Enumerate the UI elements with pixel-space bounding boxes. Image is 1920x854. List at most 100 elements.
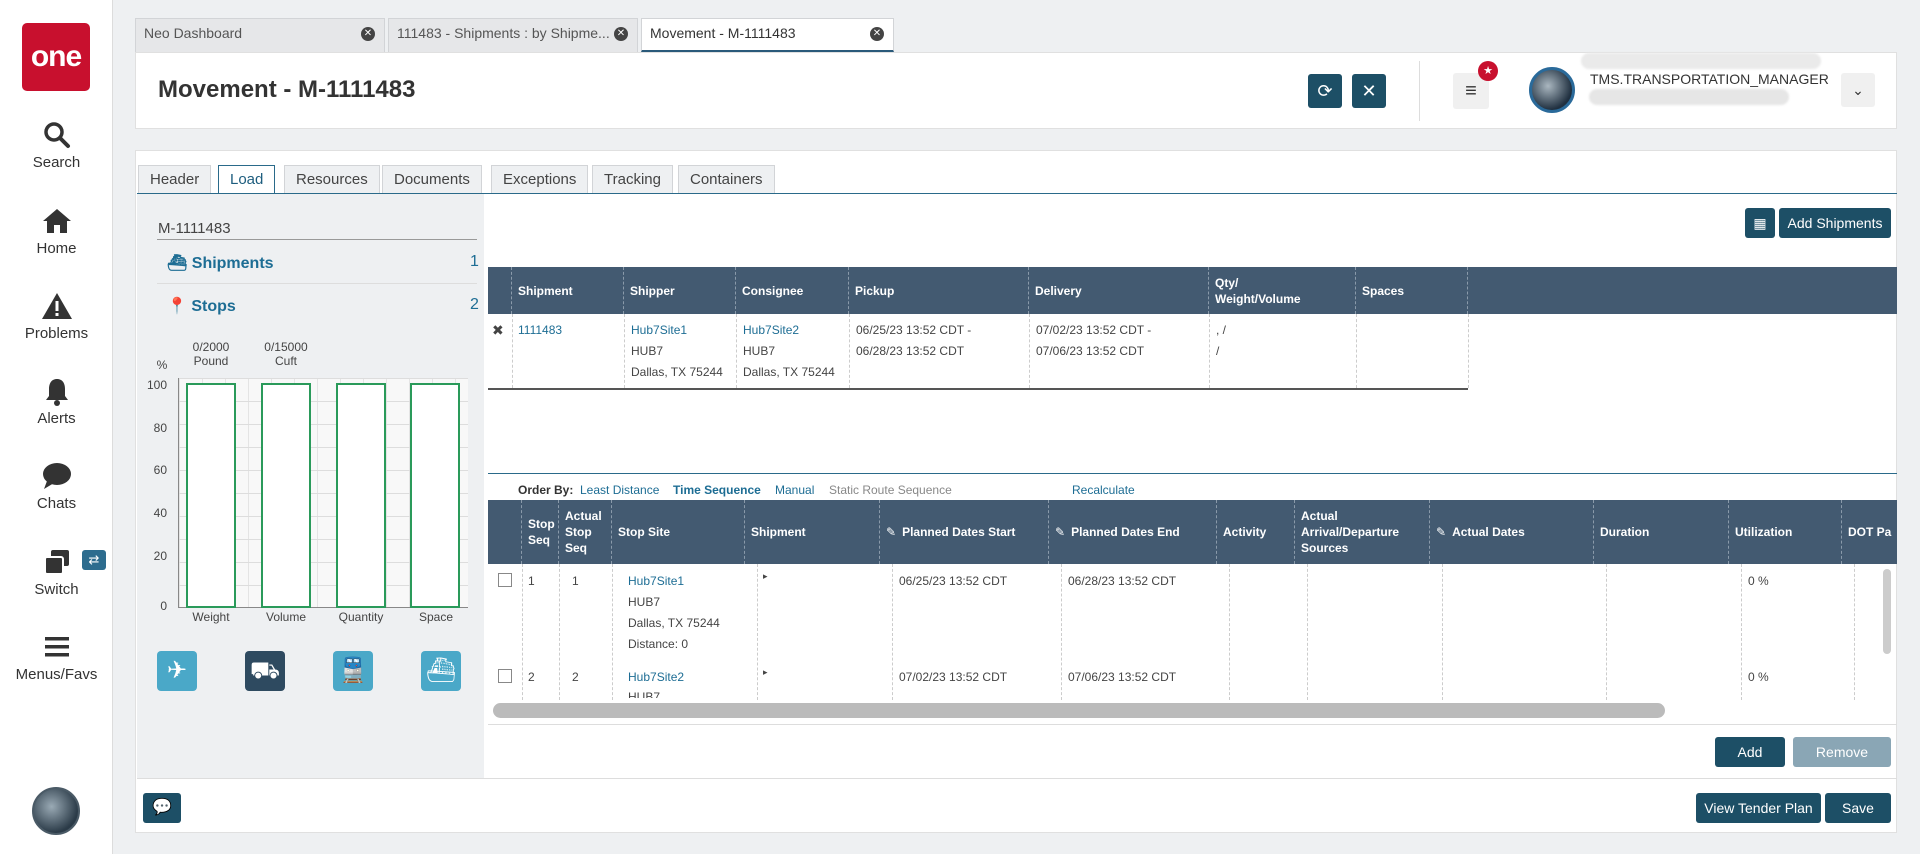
shipper-link[interactable]: Hub7Site1	[631, 320, 687, 341]
tab-header[interactable]: Header	[138, 165, 212, 194]
divider	[157, 239, 477, 240]
nav-menus-favs[interactable]: Menus/Favs	[0, 632, 113, 683]
left-nav: one Search Home Problems Alerts Chats Sw	[0, 0, 113, 854]
vertical-scrollbar[interactable]	[1883, 569, 1891, 654]
map-button[interactable]: ▦	[1745, 208, 1775, 238]
column-header: ✎ Planned Dates End	[1049, 500, 1217, 564]
y-tick-label: 80	[153, 421, 167, 435]
tab-containers[interactable]: Containers	[678, 165, 775, 194]
ship-icon: ⛴	[425, 657, 457, 684]
recalculate-link[interactable]: Recalculate	[1072, 483, 1135, 497]
order-least-distance[interactable]: Least Distance	[580, 483, 659, 497]
consignee-link[interactable]: Hub7Site2	[743, 320, 799, 341]
horizontal-scrollbar[interactable]	[493, 703, 1665, 718]
edit-icon[interactable]: ✎	[1436, 525, 1446, 539]
comments-button[interactable]: 💬	[143, 793, 181, 823]
truck-mode-button[interactable]: ⛟	[245, 651, 285, 691]
user-dropdown-button[interactable]: ⌄	[1841, 73, 1875, 107]
stops-link[interactable]: 📍 Stops	[167, 296, 236, 316]
app-logo[interactable]: one	[22, 23, 90, 91]
close-tab-icon[interactable]: ✕	[614, 27, 628, 41]
tab-load[interactable]: Load	[218, 165, 276, 195]
close-tab-icon[interactable]: ✕	[361, 27, 375, 41]
order-manual[interactable]: Manual	[775, 483, 814, 497]
chart-bar-weight	[186, 383, 236, 608]
divider	[1307, 564, 1308, 700]
nav-problems[interactable]: Problems	[0, 291, 113, 342]
edit-icon[interactable]: ✎	[886, 525, 896, 539]
tab-shipments[interactable]: 111483 - Shipments : by Shipme... ✕	[388, 18, 638, 52]
save-button[interactable]: Save	[1825, 793, 1891, 823]
divider	[137, 778, 1897, 779]
tab-neo-dashboard[interactable]: Neo Dashboard ✕	[135, 18, 385, 52]
order-time-sequence[interactable]: Time Sequence	[673, 483, 761, 497]
column-header: Delivery	[1029, 267, 1209, 314]
bell-icon	[0, 376, 113, 406]
shipment-link[interactable]: 1111483	[518, 320, 562, 341]
divider	[1419, 61, 1420, 121]
nav-label: Menus/Favs	[15, 666, 98, 683]
avatar[interactable]	[1529, 67, 1575, 113]
tab-resources[interactable]: Resources	[284, 165, 380, 194]
stops-count: 2	[470, 296, 479, 313]
column-header	[488, 267, 512, 314]
blurred-text	[1581, 53, 1821, 69]
qty-weight-volume: , /	[1216, 323, 1227, 337]
blurred-text	[1589, 89, 1789, 105]
ocean-mode-button[interactable]: ⛴	[421, 651, 461, 691]
volume-capacity: 0/15000	[264, 340, 308, 354]
nav-alerts[interactable]: Alerts	[0, 376, 113, 427]
nav-chats[interactable]: Chats	[0, 461, 113, 512]
close-button[interactable]: ✕	[1352, 74, 1386, 108]
rail-mode-button[interactable]: 🚆	[333, 651, 373, 691]
tab-tracking[interactable]: Tracking	[592, 165, 673, 194]
airplane-icon: ✈	[166, 657, 188, 684]
tab-movement[interactable]: Movement - M-1111483 ✕	[641, 18, 894, 52]
add-shipments-button[interactable]: Add Shipments	[1779, 208, 1891, 238]
order-static-route[interactable]: Static Route Sequence	[829, 483, 952, 497]
utilization: 0 %	[1748, 574, 1769, 588]
air-mode-button[interactable]: ✈	[157, 651, 197, 691]
column-header: Shipment	[512, 267, 624, 314]
expand-icon[interactable]: ▸	[763, 566, 768, 587]
divider	[157, 283, 477, 284]
nav-search[interactable]: Search	[0, 120, 113, 171]
pin-icon: 📍	[167, 298, 187, 315]
user-avatar-icon[interactable]	[32, 787, 80, 835]
view-tender-plan-button[interactable]: View Tender Plan	[1696, 793, 1821, 823]
remove-shipment-icon[interactable]: ✖	[492, 320, 504, 341]
tab-documents[interactable]: Documents	[382, 165, 482, 194]
stop-site-link[interactable]: Hub7Site1	[628, 571, 684, 592]
divider	[757, 564, 758, 700]
remove-stop-button[interactable]: Remove Stop	[1793, 737, 1891, 790]
shipments-link[interactable]: ⛴ Shipments	[167, 253, 274, 273]
x-tick-label: Weight	[192, 610, 230, 624]
divider	[1854, 564, 1855, 700]
y-tick-label: 60	[153, 463, 167, 477]
stop-site-link[interactable]: Hub7Site2	[628, 667, 684, 688]
qty-weight-volume: /	[1216, 344, 1220, 358]
divider	[1442, 564, 1443, 700]
row-checkbox[interactable]	[498, 573, 512, 587]
nav-home[interactable]: Home	[0, 206, 113, 257]
refresh-icon: ⟳	[1317, 81, 1333, 101]
swap-icon[interactable]: ⇄	[82, 550, 106, 570]
divider	[488, 388, 1468, 390]
column-label: Actual Dates	[1452, 525, 1525, 539]
search-icon	[0, 120, 113, 150]
pickup-end: 06/28/23 13:52 CDT	[856, 344, 965, 358]
add-stop-button[interactable]: Add Stop	[1715, 737, 1785, 790]
divider	[1061, 564, 1062, 700]
planned-start: 07/02/23 13:52 CDT	[899, 670, 1008, 684]
page-title: Movement - M-1111483	[158, 76, 416, 103]
close-tab-icon[interactable]: ✕	[870, 27, 884, 41]
menu-icon	[0, 632, 113, 662]
divider	[1029, 314, 1030, 388]
tab-exceptions[interactable]: Exceptions	[491, 165, 589, 194]
edit-icon[interactable]: ✎	[1055, 525, 1065, 539]
refresh-button[interactable]: ⟳	[1308, 74, 1342, 108]
expand-icon[interactable]: ▸	[763, 662, 768, 683]
row-checkbox[interactable]	[498, 669, 512, 683]
weight-capacity: 0/2000	[192, 340, 230, 354]
column-header: Duration	[1594, 500, 1729, 564]
